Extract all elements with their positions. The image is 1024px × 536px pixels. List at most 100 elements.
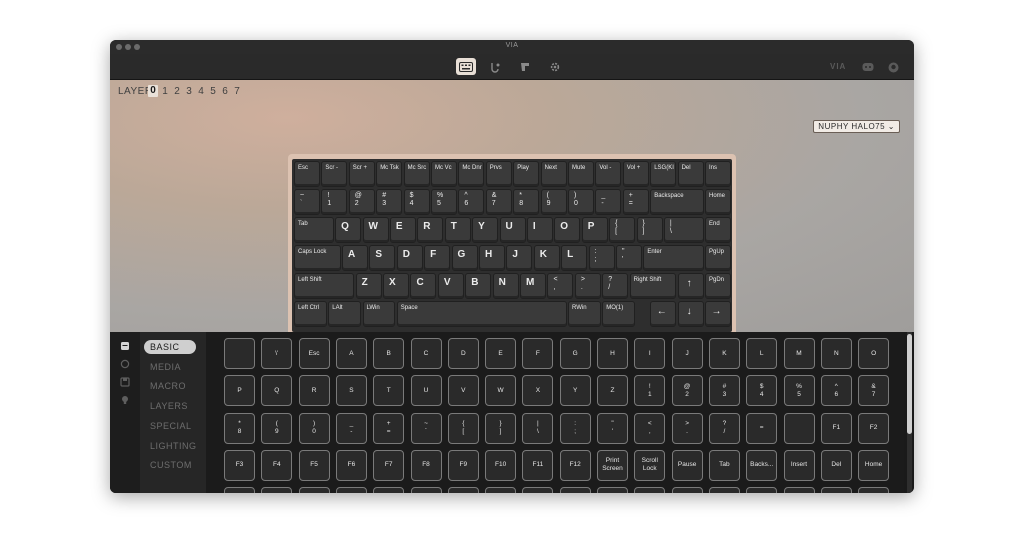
keycode-button[interactable]	[522, 487, 554, 493]
lightbulb-icon[interactable]	[119, 394, 131, 406]
keycode-button[interactable]: ) 0	[298, 412, 330, 444]
keyboard-key[interactable]: K	[533, 245, 560, 271]
keycode-button[interactable]: F5	[298, 449, 330, 481]
keycode-button[interactable]	[373, 487, 405, 493]
layer-2-button[interactable]: 2	[172, 86, 182, 97]
keycode-button[interactable]: Home	[858, 449, 890, 481]
keycode-button[interactable]: ! 1	[634, 375, 666, 407]
lighting-menu-icon[interactable]	[119, 358, 131, 370]
keycode-button[interactable]: F1	[820, 412, 852, 444]
keycode-button[interactable]: R	[298, 375, 330, 407]
save-load-icon[interactable]	[119, 376, 131, 388]
keycode-button[interactable]: P	[224, 375, 255, 407]
keycode-button[interactable]: C	[410, 338, 442, 369]
keycode-button[interactable]	[485, 487, 517, 493]
keycode-button[interactable]: " '	[597, 412, 628, 444]
keycode-button[interactable]: F6	[335, 449, 367, 481]
keycode-button[interactable]	[224, 338, 255, 369]
keycode-button[interactable]: O	[858, 338, 890, 369]
keycode-button[interactable]: Print Screen	[597, 449, 628, 481]
keyboard-key[interactable]: Mc Dnr	[458, 161, 485, 187]
keyboard-key[interactable]: Enter	[643, 245, 704, 271]
keyboard-key[interactable]: End	[705, 217, 731, 243]
keycode-button[interactable]: M	[783, 338, 815, 369]
layer-6-button[interactable]: 6	[220, 86, 230, 97]
layer-4-button[interactable]: 4	[196, 86, 206, 97]
keycode-button[interactable]: ~ `	[410, 412, 442, 444]
keycode-button[interactable]: ^ 6	[820, 375, 852, 407]
keycode-button[interactable]: F7	[373, 449, 405, 481]
keyboard-key[interactable]: % 5	[431, 189, 457, 215]
keyboard-key[interactable]: Left Ctrl	[294, 301, 327, 327]
keyboard-key[interactable]: ←	[650, 301, 677, 327]
keycode-button[interactable]: I	[634, 338, 666, 369]
key-tester-tab[interactable]	[485, 58, 505, 75]
keycode-button[interactable]: : ;	[559, 412, 591, 444]
keyboard-key[interactable]: Vol +	[622, 161, 649, 187]
keycode-button[interactable]	[447, 487, 479, 493]
keyboard-key[interactable]: R	[417, 217, 444, 243]
keyboard-key[interactable]: RWin	[568, 301, 601, 327]
keycode-button[interactable]	[708, 487, 740, 493]
keycode-button[interactable]: + =	[373, 412, 405, 444]
keyboard-key[interactable]: LWin	[362, 301, 396, 327]
keycode-button[interactable]: A	[335, 338, 367, 369]
keycode-button[interactable]: F3	[224, 449, 255, 481]
keycode-button[interactable]: =	[746, 412, 778, 444]
keyboard-key[interactable]: @ 2	[348, 189, 375, 215]
keycode-button[interactable]: V	[447, 375, 479, 407]
keyboard-key[interactable]: PgDn	[705, 273, 731, 299]
keyboard-key[interactable]: ↑	[677, 273, 704, 299]
keycode-button[interactable]: % 5	[783, 375, 815, 407]
keyboard-key[interactable]: Mute	[568, 161, 594, 187]
keycode-button[interactable]: Z	[597, 375, 628, 407]
keyboard-key[interactable]: Y	[472, 217, 499, 243]
keyboard-key[interactable]: Scr -	[321, 161, 348, 187]
keycode-button[interactable]	[783, 487, 815, 493]
keyboard-key[interactable]: LSG(KI	[650, 161, 677, 187]
keyboard-key[interactable]: Mc Src	[403, 161, 430, 187]
keyboard-key[interactable]: Home	[705, 189, 731, 215]
keyboard-key[interactable]: J	[506, 245, 533, 271]
keycode-button[interactable]: E	[485, 338, 517, 369]
keycode-button[interactable]: N	[820, 338, 852, 369]
keyboard-key[interactable]: H	[478, 245, 505, 271]
keyboard-key[interactable]: Caps Lock	[294, 245, 341, 271]
keyboard-key[interactable]: Right Shift	[629, 273, 677, 299]
keyboard-key[interactable]: U	[499, 217, 526, 243]
keyboard-key[interactable]: Esc	[294, 161, 320, 187]
keycode-button[interactable]: S	[335, 375, 367, 407]
keycode-button[interactable]: F9	[447, 449, 479, 481]
keyboard-key[interactable]: ( 9	[540, 189, 567, 215]
keyboard-key[interactable]: Tab	[294, 217, 334, 243]
keycode-button[interactable]: X	[522, 375, 554, 407]
keyboard-key[interactable]: Next	[540, 161, 567, 187]
keyboard-key[interactable]: Scr +	[348, 161, 375, 187]
keycode-button[interactable]: \'	[261, 338, 293, 369]
picker-scrollbar[interactable]	[907, 332, 912, 493]
keycode-button[interactable]: ( 9	[261, 412, 293, 444]
keycode-button[interactable]: Tab	[708, 449, 740, 481]
keyboard-key[interactable]: B	[465, 273, 492, 299]
keyboard-key[interactable]: Mc Tsk	[376, 161, 403, 187]
keyboard-key[interactable]: # 3	[376, 189, 403, 215]
keycode-button[interactable]: { [	[447, 412, 479, 444]
layer-1-button[interactable]: 1	[160, 86, 170, 97]
keyboard-key[interactable]: " '	[615, 245, 642, 271]
keyboard-key[interactable]: D	[396, 245, 423, 271]
keycode-button[interactable]: @ 2	[671, 375, 703, 407]
keycode-button[interactable]	[671, 487, 703, 493]
keyboard-key[interactable]: Z	[355, 273, 382, 299]
keycode-button[interactable]	[335, 487, 367, 493]
keyboard-key[interactable]: F	[424, 245, 451, 271]
keycode-button[interactable]: Backs...	[746, 449, 778, 481]
keycode-button[interactable]: # 3	[708, 375, 740, 407]
keyboard-key[interactable]: _ -	[595, 189, 622, 215]
keycode-menu-icon[interactable]	[119, 340, 131, 352]
category-custom[interactable]: CUSTOM	[144, 458, 196, 472]
keyboard-key[interactable]: > .	[574, 273, 601, 299]
keycode-button[interactable]	[634, 487, 666, 493]
keyboard-key[interactable]: | \	[663, 217, 704, 243]
keyboard-select[interactable]: NUPHY HALO75 ⌄	[813, 120, 900, 133]
layer-5-button[interactable]: 5	[208, 86, 218, 97]
